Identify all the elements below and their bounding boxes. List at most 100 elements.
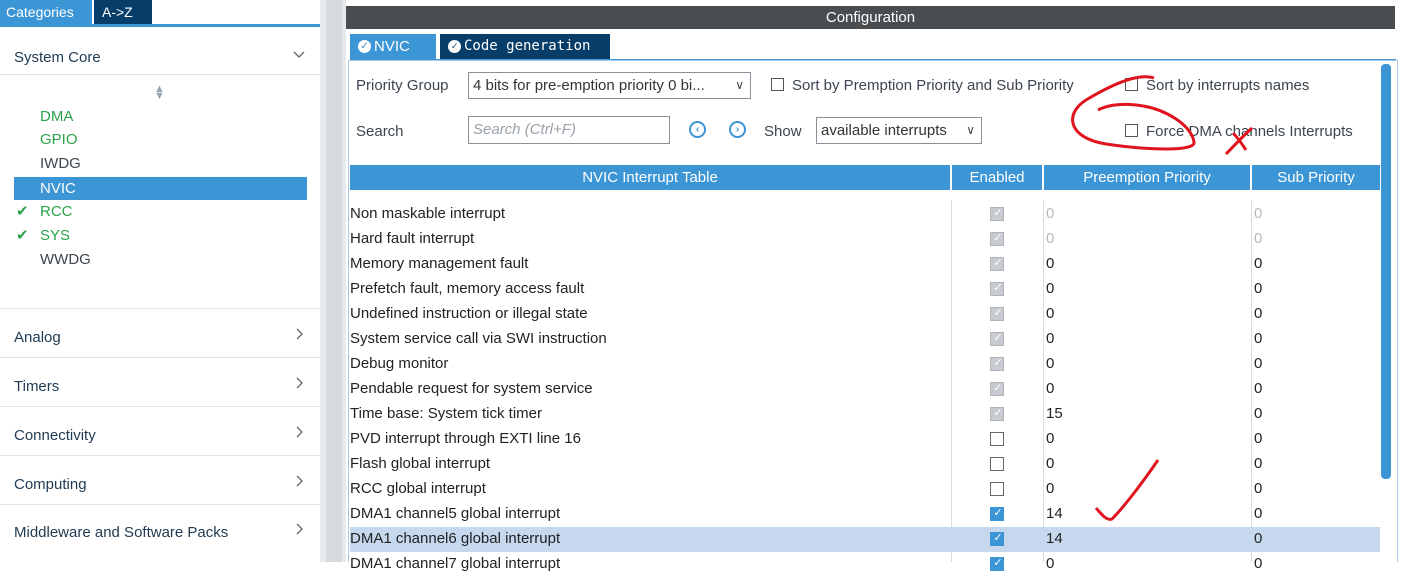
table-row[interactable]: Time base: System tick timer ✓ 15 0	[350, 402, 1380, 427]
sub-priority-value[interactable]: 0	[1254, 455, 1262, 472]
sort-premption-checkbox[interactable]	[771, 78, 784, 91]
category-system-core[interactable]: System Core	[0, 42, 320, 72]
search-previous-icon[interactable]: ‹	[689, 121, 706, 138]
system-core-item-nvic[interactable]: NVIC	[14, 177, 307, 200]
category-timers[interactable]: Timers	[0, 371, 320, 401]
sub-priority-value[interactable]: 0	[1254, 255, 1262, 272]
sub-priority-value[interactable]: 0	[1254, 280, 1262, 297]
table-row[interactable]: Debug monitor ✓ 0 0	[350, 352, 1380, 377]
sort-names-label: Sort by interrupts names	[1146, 77, 1310, 94]
category-middleware[interactable]: Middleware and Software Packs	[0, 517, 320, 547]
force-dma-checkbox[interactable]	[1125, 124, 1138, 137]
column-header-preemption[interactable]: Preemption Priority	[1044, 165, 1250, 190]
category-analog[interactable]: Analog	[0, 322, 320, 352]
interrupt-name: Pendable request for system service	[350, 380, 593, 397]
category-connectivity[interactable]: Connectivity	[0, 420, 320, 450]
system-core-item-rcc[interactable]: ✔ RCC	[14, 200, 307, 223]
category-computing[interactable]: Computing	[0, 469, 320, 499]
preemption-priority-value[interactable]: 0	[1046, 555, 1054, 572]
sub-priority-value[interactable]: 0	[1254, 305, 1262, 322]
tab-code-generation[interactable]: ✓ Code generation	[440, 34, 610, 59]
table-row[interactable]: DMA1 channel6 global interrupt ✓ 14 0	[350, 527, 1380, 552]
preemption-priority-value[interactable]: 15	[1046, 405, 1063, 422]
search-input[interactable]: Search (Ctrl+F)	[468, 116, 670, 144]
priority-group-label: Priority Group	[356, 77, 449, 94]
item-label: SYS	[40, 227, 71, 244]
item-label: DMA	[40, 108, 74, 125]
table-row[interactable]: RCC global interrupt 0 0	[350, 477, 1380, 502]
priority-group-select[interactable]: 4 bits for pre-emption priority 0 bi... …	[468, 72, 751, 99]
preemption-priority-value[interactable]: 0	[1046, 480, 1054, 497]
table-row[interactable]: Hard fault interrupt ✓ 0 0	[350, 227, 1380, 252]
preemption-priority-value[interactable]: 14	[1046, 505, 1063, 522]
sub-priority-value[interactable]: 0	[1254, 355, 1262, 372]
preemption-priority-value[interactable]: 0	[1046, 380, 1054, 397]
tab-nvic[interactable]: ✓ NVIC	[350, 34, 436, 59]
check-icon: ✓	[993, 257, 1003, 269]
sub-priority-value[interactable]: 0	[1254, 405, 1262, 422]
enabled-checkbox: ✓	[990, 407, 1004, 421]
sub-priority-value[interactable]: 0	[1254, 480, 1262, 497]
enabled-checkbox[interactable]	[990, 432, 1004, 446]
preemption-priority-value[interactable]: 0	[1046, 355, 1054, 372]
select-value: 4 bits for pre-emption priority 0 bi...	[473, 77, 705, 94]
preemption-priority-value[interactable]: 0	[1046, 455, 1054, 472]
enabled-checkbox[interactable]: ✓	[990, 557, 1004, 571]
preemption-priority-value[interactable]: 0	[1046, 330, 1054, 347]
system-core-item-dma[interactable]: DMA	[14, 105, 307, 128]
sub-priority-value: 0	[1254, 230, 1263, 247]
check-icon: ✓	[993, 507, 1003, 519]
search-next-icon[interactable]: ›	[729, 121, 746, 138]
sort-arrows-icon[interactable]: ▲ ▼	[154, 84, 165, 102]
sub-priority-value[interactable]: 0	[1254, 505, 1262, 522]
category-label: Timers	[14, 378, 60, 395]
divider	[0, 406, 336, 407]
chevron-right-icon	[296, 523, 303, 535]
tab-categories[interactable]: Categories	[0, 0, 92, 24]
item-label: WWDG	[40, 251, 91, 268]
preemption-priority-value[interactable]: 0	[1046, 305, 1054, 322]
system-core-item-wwdg[interactable]: WWDG	[14, 248, 307, 271]
table-row[interactable]: Memory management fault ✓ 0 0	[350, 252, 1380, 277]
preemption-priority-value[interactable]: 0	[1046, 430, 1054, 447]
table-row[interactable]: Non maskable interrupt ✓ 0 0	[350, 202, 1380, 227]
sub-priority-value[interactable]: 0	[1254, 430, 1262, 447]
table-row[interactable]: Pendable request for system service ✓ 0 0	[350, 377, 1380, 402]
table-row[interactable]: Undefined instruction or illegal state ✓ 0…	[350, 302, 1380, 327]
vertical-scrollbar[interactable]	[1381, 64, 1391, 479]
preemption-priority-value[interactable]: 14	[1046, 530, 1063, 547]
enabled-checkbox[interactable]	[990, 482, 1004, 496]
table-row[interactable]: DMA1 channel7 global interrupt ✓ 0 0	[350, 552, 1380, 577]
system-core-item-iwdg[interactable]: IWDG	[14, 152, 307, 175]
column-header-enabled[interactable]: Enabled	[952, 165, 1042, 190]
sort-names-checkbox[interactable]	[1125, 78, 1138, 91]
interrupt-name: Non maskable interrupt	[350, 205, 506, 222]
system-core-item-gpio[interactable]: GPIO	[14, 128, 307, 151]
enabled-checkbox[interactable]: ✓	[990, 532, 1004, 546]
column-header-interrupt[interactable]: NVIC Interrupt Table	[350, 165, 950, 190]
column-header-sub-priority[interactable]: Sub Priority	[1252, 165, 1380, 190]
interrupt-name: DMA1 channel7 global interrupt	[350, 555, 561, 572]
table-row[interactable]: System service call via SWI instruction ✓…	[350, 327, 1380, 352]
sub-priority-value[interactable]: 0	[1254, 380, 1262, 397]
preemption-priority-value[interactable]: 0	[1046, 280, 1054, 297]
splitter-handle[interactable]	[326, 0, 342, 562]
search-label: Search	[356, 123, 404, 140]
enabled-checkbox[interactable]	[990, 457, 1004, 471]
show-select[interactable]: available interrupts ∨	[816, 117, 982, 144]
tab-a-to-z[interactable]: A->Z	[94, 0, 152, 24]
category-label: Connectivity	[14, 427, 96, 444]
table-row[interactable]: DMA1 channel5 global interrupt ✓ 14 0	[350, 502, 1380, 527]
table-row[interactable]: Prefetch fault, memory access fault ✓ 0 0	[350, 277, 1380, 302]
enabled-checkbox[interactable]: ✓	[990, 507, 1004, 521]
sub-priority-value[interactable]: 0	[1254, 530, 1262, 547]
sub-priority-value[interactable]: 0	[1254, 555, 1262, 572]
check-icon: ✓	[993, 407, 1003, 419]
interrupt-name: DMA1 channel6 global interrupt	[350, 530, 561, 547]
sub-priority-value[interactable]: 0	[1254, 330, 1262, 347]
table-row[interactable]: Flash global interrupt 0 0	[350, 452, 1380, 477]
check-icon: ✓	[993, 532, 1003, 544]
table-row[interactable]: PVD interrupt through EXTI line 16 0 0	[350, 427, 1380, 452]
preemption-priority-value[interactable]: 0	[1046, 255, 1054, 272]
system-core-item-sys[interactable]: ✔ SYS	[14, 224, 307, 247]
